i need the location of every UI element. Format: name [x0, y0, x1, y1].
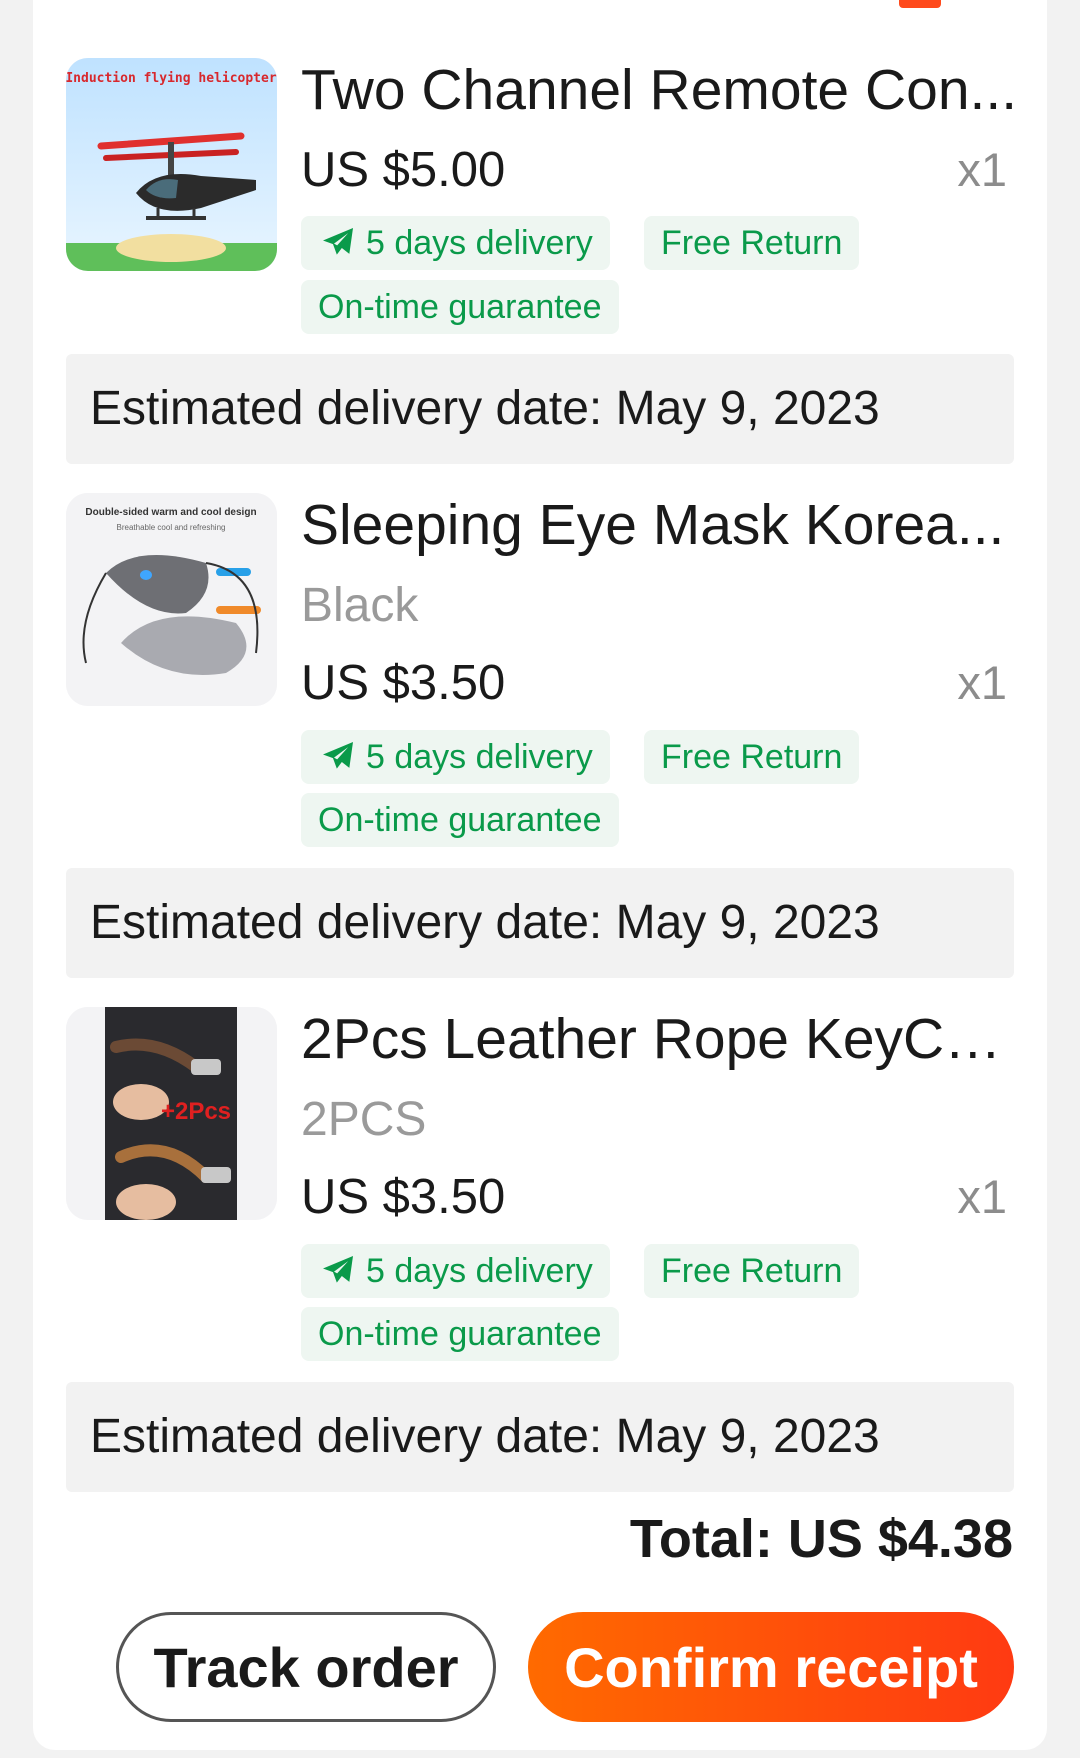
airplane-icon: [323, 228, 353, 255]
order-card: Induction flying helicopter Two Channel …: [33, 0, 1047, 1750]
product-title[interactable]: Sleeping Eye Mask Korea...: [301, 491, 1021, 559]
svg-text:Breathable cool and refreshing: Breathable cool and refreshing: [117, 523, 226, 532]
confirm-receipt-button[interactable]: Confirm receipt: [528, 1612, 1014, 1722]
product-thumbnail[interactable]: Double-sided warm and cool design Breath…: [66, 493, 277, 706]
free-return-chip: Free Return: [644, 1244, 860, 1298]
estimated-delivery: Estimated delivery date: May 9, 2023: [66, 868, 1014, 978]
airplane-icon: [323, 1256, 353, 1283]
product-thumbnail[interactable]: Induction flying helicopter: [66, 58, 277, 271]
svg-text:+2Pcs: +2Pcs: [161, 1098, 231, 1125]
product-quantity: x1: [957, 656, 1007, 709]
airplane-icon: [323, 742, 353, 769]
product-price: US $3.50: [301, 1170, 506, 1224]
delivery-chip: 5 days delivery: [301, 216, 610, 270]
guarantee-chip: On-time guarantee: [301, 280, 619, 334]
product-variant: Black: [301, 579, 419, 632]
product-price: US $3.50: [301, 656, 506, 710]
estimated-delivery: Estimated delivery date: May 9, 2023: [66, 354, 1014, 464]
order-total: Total: US $4.38: [629, 1509, 1013, 1569]
svg-text:Double-sided warm and cool des: Double-sided warm and cool design: [85, 507, 256, 518]
tab-indicator: [899, 0, 941, 8]
svg-text:Induction flying helicopter: Induction flying helicopter: [66, 71, 277, 86]
guarantee-chip: On-time guarantee: [301, 1307, 619, 1361]
track-order-button[interactable]: Track order: [116, 1612, 496, 1722]
product-thumbnail[interactable]: +2Pcs: [66, 1007, 277, 1220]
free-return-chip: Free Return: [644, 730, 860, 784]
product-title[interactable]: 2Pcs Leather Rope KeyCh...: [301, 1005, 1021, 1073]
guarantee-chip: On-time guarantee: [301, 793, 619, 847]
delivery-text: 5 days delivery: [366, 737, 593, 776]
product-title[interactable]: Two Channel Remote Con...: [301, 56, 1021, 124]
product-price: US $5.00: [301, 143, 506, 197]
product-quantity: x1: [957, 1170, 1007, 1223]
delivery-text: 5 days delivery: [366, 223, 593, 262]
delivery-chip: 5 days delivery: [301, 730, 610, 784]
delivery-text: 5 days delivery: [366, 1251, 593, 1290]
estimated-delivery: Estimated delivery date: May 9, 2023: [66, 1382, 1014, 1492]
delivery-chip: 5 days delivery: [301, 1244, 610, 1298]
product-quantity: x1: [957, 143, 1007, 196]
free-return-chip: Free Return: [644, 216, 860, 270]
product-variant: 2PCS: [301, 1093, 427, 1146]
